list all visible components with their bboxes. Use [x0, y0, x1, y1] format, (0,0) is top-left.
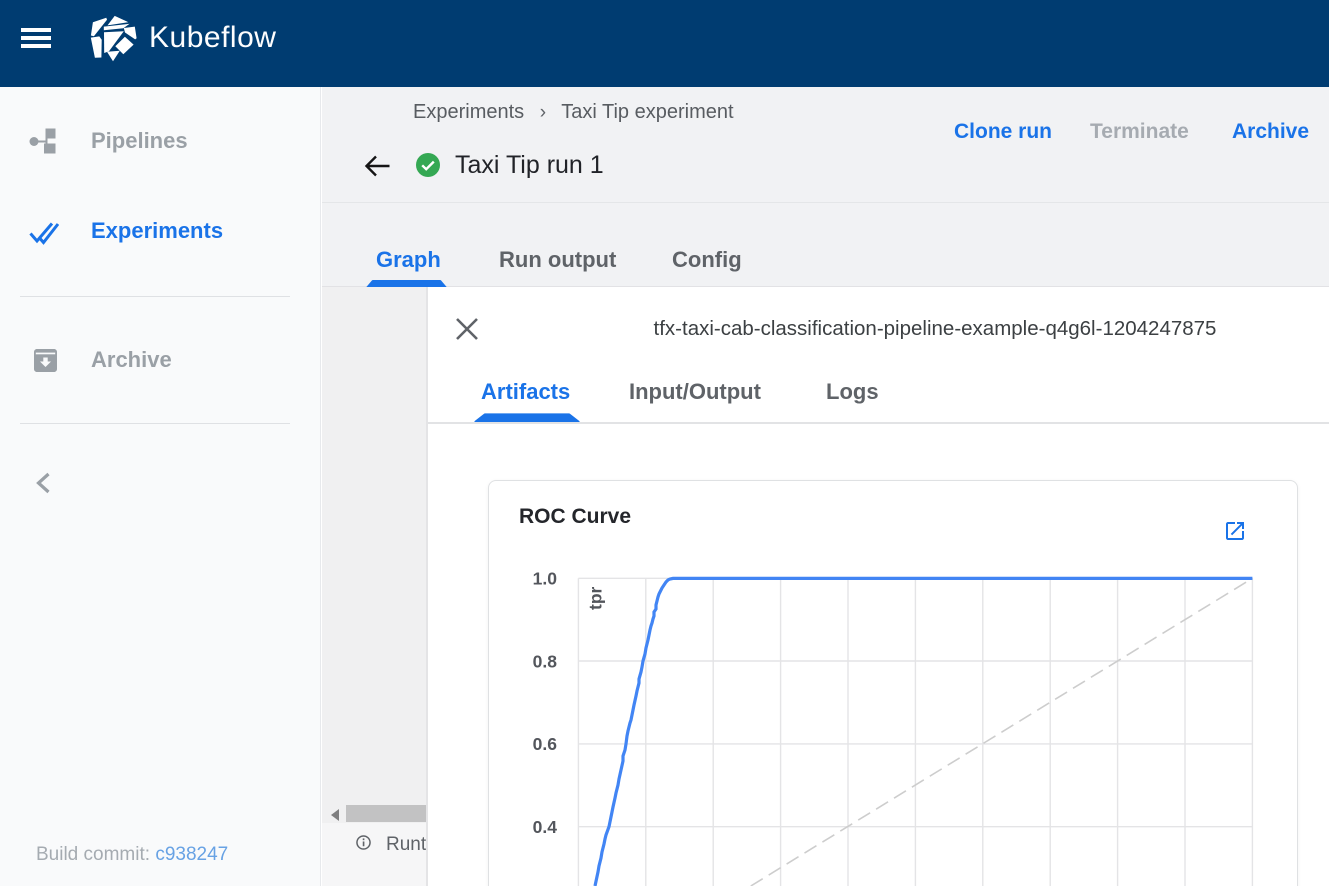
svg-text:0.8: 0.8	[533, 651, 558, 671]
svg-text:tpr: tpr	[586, 586, 606, 610]
svg-text:1.0: 1.0	[533, 569, 558, 589]
svg-text:0.6: 0.6	[533, 734, 558, 754]
svg-text:0.4: 0.4	[533, 817, 558, 837]
